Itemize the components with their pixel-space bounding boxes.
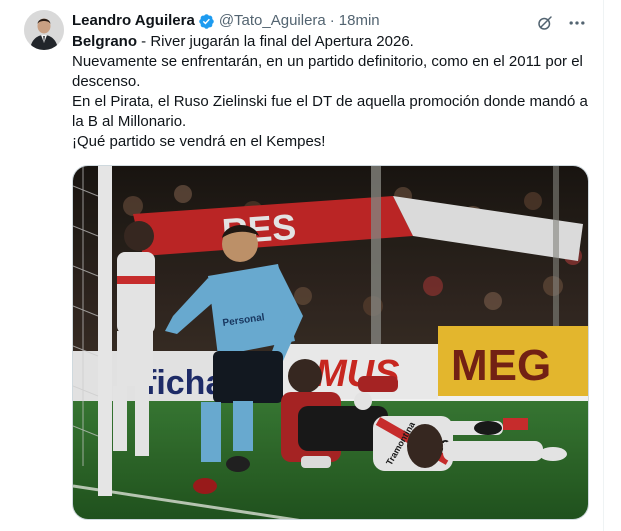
tweet-header: Leandro Aguilera @Tato_Aguilera · 18min	[72, 11, 588, 31]
tweet-text: Belgrano - River jugarán la final del Ap…	[72, 32, 592, 152]
tweet-line-2: Nuevamente se enfrentarán, en un partido…	[72, 53, 583, 90]
tweet[interactable]: Leandro Aguilera @Tato_Aguilera · 18min …	[0, 0, 604, 531]
timeline-column: Leandro Aguilera @Tato_Aguilera · 18min …	[0, 0, 604, 531]
tweet-actions	[534, 12, 588, 34]
separator-dot: ·	[329, 12, 335, 29]
tweet-timestamp[interactable]: 18min	[339, 11, 380, 31]
verified-badge-icon	[198, 13, 215, 30]
author-name[interactable]: Leandro Aguilera	[72, 11, 195, 31]
tweet-line-1: Belgrano - River jugarán la final del Ap…	[72, 32, 592, 52]
author-handle[interactable]: @Tato_Aguilera	[219, 11, 326, 31]
more-options-icon[interactable]	[566, 12, 588, 34]
grok-icon[interactable]	[534, 12, 556, 34]
tweet-bold-word: Belgrano	[72, 33, 138, 50]
tweet-line-3: En el Pirata, el Ruso Zielinski fue el D…	[72, 93, 588, 130]
football-photo: RES ficha MUS MEG Personal Tramontina	[73, 166, 588, 519]
tweet-line-1-rest: - River jugarán la final del Apertura 20…	[137, 33, 414, 50]
tweet-line-4: ¡Qué partido se vendrá en el Kempes!	[72, 133, 326, 150]
tweet-photo[interactable]: RES ficha MUS MEG Personal Tramontina	[72, 165, 589, 520]
avatar[interactable]	[24, 10, 64, 50]
